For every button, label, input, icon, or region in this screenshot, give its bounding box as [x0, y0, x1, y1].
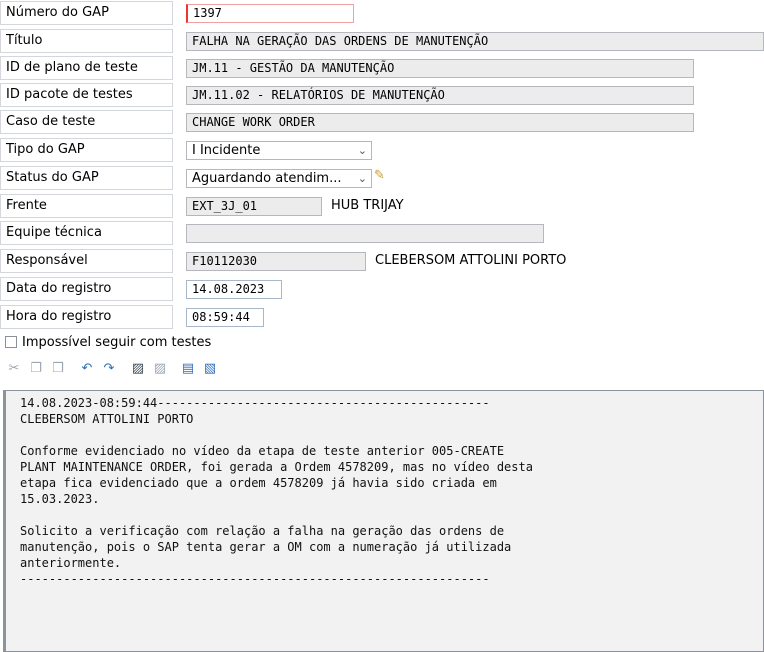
tipo-gap-value: I Incidente: [192, 143, 261, 158]
label-id-plano: ID de plano de teste: [0, 56, 173, 80]
status-gap-select[interactable]: Aguardando atendim... ⌄: [186, 169, 372, 188]
label-tipo-gap: Tipo do GAP: [0, 138, 173, 162]
label-caso-teste: Caso de teste: [0, 110, 173, 134]
label-responsavel: Responsável: [0, 249, 173, 273]
editor-content[interactable]: 14.08.2023-08:59:44---------------------…: [6, 391, 763, 587]
status-gap-value: Aguardando atendim...: [192, 171, 342, 186]
responsavel-field[interactable]: F10112030: [186, 252, 366, 271]
load-file-icon[interactable]: ▤: [179, 360, 197, 378]
impossivel-seguir-label: Impossível seguir com testes: [22, 335, 212, 350]
label-frente: Frente: [0, 194, 173, 218]
impossivel-seguir-checkbox[interactable]: [5, 336, 17, 348]
data-registro-field[interactable]: 14.08.2023: [186, 280, 282, 299]
label-data-registro: Data do registro: [0, 277, 173, 301]
cut-icon[interactable]: ✂: [5, 360, 23, 378]
equipe-field[interactable]: [186, 224, 544, 243]
editor-toolbar: ✂ ❐ ❒ ↶ ↷ ▨ ▨ ▤ ▧: [5, 358, 305, 382]
label-equipe: Equipe técnica: [0, 221, 173, 245]
label-status-gap: Status do GAP: [0, 166, 173, 190]
paste-icon[interactable]: ❒: [49, 360, 67, 378]
label-titulo: Título: [0, 29, 173, 53]
undo-icon[interactable]: ↶: [78, 360, 96, 378]
label-hora-registro: Hora do registro: [0, 305, 173, 329]
id-pacote-field[interactable]: JM.11.02 - RELATÓRIOS DE MANUTENÇÃO: [186, 86, 694, 105]
label-id-pacote: ID pacote de testes: [0, 83, 173, 107]
id-plano-field[interactable]: JM.11 - GESTÃO DA MANUTENÇÃO: [186, 59, 694, 78]
copy-icon[interactable]: ❐: [27, 360, 45, 378]
numero-gap-field[interactable]: 1397: [186, 4, 354, 23]
redo-icon[interactable]: ↷: [100, 360, 118, 378]
chevron-down-icon: ⌄: [357, 144, 367, 157]
find-next-icon[interactable]: ▨: [151, 360, 169, 378]
frente-field[interactable]: EXT_3J_01: [186, 197, 322, 216]
save-file-icon[interactable]: ▧: [201, 360, 219, 378]
label-numero-gap: Número do GAP: [0, 1, 173, 25]
find-icon[interactable]: ▨: [129, 360, 147, 378]
hora-registro-field[interactable]: 08:59:44: [186, 308, 264, 327]
note-icon[interactable]: ✎: [374, 168, 385, 183]
caso-teste-field[interactable]: CHANGE WORK ORDER: [186, 113, 694, 132]
chevron-down-icon: ⌄: [357, 172, 367, 185]
responsavel-description: CLEBERSOM ATTOLINI PORTO: [375, 253, 567, 268]
long-text-editor[interactable]: 14.08.2023-08:59:44---------------------…: [3, 390, 764, 652]
frente-description: HUB TRIJAY: [331, 198, 404, 213]
tipo-gap-select[interactable]: I Incidente ⌄: [186, 141, 372, 160]
titulo-field[interactable]: FALHA NA GERAÇÃO DAS ORDENS DE MANUTENÇÃ…: [186, 32, 764, 51]
